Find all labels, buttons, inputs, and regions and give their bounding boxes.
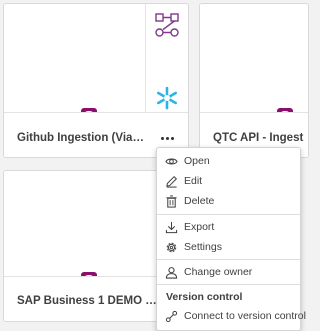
- link-icon: [164, 309, 178, 323]
- menu-item-label: Delete: [184, 195, 215, 207]
- eye-icon: [164, 154, 178, 168]
- download-icon: [164, 220, 178, 234]
- thumbnail-divider: [145, 4, 146, 115]
- gear-icon: [164, 240, 178, 254]
- card-title: Github Ingestion (Via Pipeline): [17, 132, 147, 144]
- menu-item-label: Change owner: [184, 266, 253, 278]
- menu-item-open[interactable]: Open: [157, 151, 300, 171]
- menu-item-label: Edit: [184, 175, 203, 187]
- app-card-qtc-api-ingest[interactable]: QTC API - Ingest: [199, 3, 309, 158]
- menu-item-label: Connect to version control: [184, 310, 306, 322]
- card-thumbnail: [4, 4, 188, 115]
- menu-item-change-owner[interactable]: Change owner: [157, 262, 300, 282]
- user-icon: [164, 265, 178, 279]
- card-thumbnail: [200, 4, 308, 115]
- menu-item-delete[interactable]: Delete: [157, 191, 300, 211]
- menu-divider: [157, 214, 300, 215]
- card-title: SAP Business 1 DEMO Pipeline: [17, 295, 157, 307]
- version-control-heading: Version control: [166, 291, 243, 303]
- pencil-icon: [164, 174, 178, 188]
- context-menu: Open Edit Delete Export Settings Change …: [156, 147, 306, 331]
- trash-icon: [164, 194, 178, 208]
- menu-divider: [157, 259, 300, 260]
- app-card-github-ingestion[interactable]: Github Ingestion (Via Pipeline): [3, 3, 189, 158]
- flow-diagram-icon: [155, 13, 179, 42]
- menu-item-edit[interactable]: Edit: [157, 171, 300, 191]
- card-title: QTC API - Ingest: [213, 132, 304, 144]
- menu-item-export[interactable]: Export: [157, 217, 300, 237]
- menu-item-settings[interactable]: Settings: [157, 237, 300, 257]
- snowflake-icon: [155, 86, 179, 115]
- menu-item-connect-version-control[interactable]: Connect to version control: [157, 306, 306, 326]
- menu-divider: [157, 284, 300, 285]
- menu-item-label: Settings: [184, 241, 222, 253]
- ellipsis-icon: [160, 136, 164, 140]
- menu-item-label: Export: [184, 221, 215, 233]
- more-actions-button[interactable]: [156, 129, 178, 147]
- menu-item-label: Open: [184, 155, 210, 167]
